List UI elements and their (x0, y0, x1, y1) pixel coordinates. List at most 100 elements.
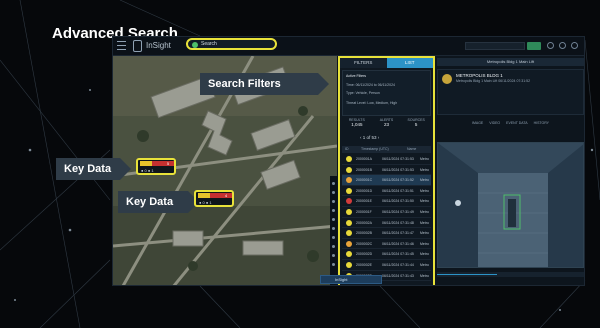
user-icon[interactable] (571, 42, 578, 49)
go-button[interactable] (527, 42, 541, 50)
status-dot-icon (346, 230, 352, 237)
result-stats: RESULTS 1,045 ALERTS 23 SOURCES 5 (342, 118, 431, 132)
detail-header: Metropolis Bldg 1 Main Lift (437, 58, 584, 66)
row-name: Metro (420, 220, 429, 225)
table-row[interactable]: 2000001C 06/11/2024 07:31:52 Metro (342, 175, 431, 186)
menu-icon[interactable] (117, 41, 126, 51)
detail-card: METROPOLIS BLDG 1 Metropolis Bldg 1 Main… (437, 69, 584, 115)
status-dot-icon (346, 187, 352, 194)
search-results-panel: FILTERS LIST Active Filters Time: 06/11/… (338, 56, 435, 285)
row-timestamp: 06/11/2024 07:31:48 (382, 220, 414, 225)
tag-cell: 5 (162, 161, 174, 166)
row-id: 2000002E (356, 262, 372, 267)
tab-image[interactable]: IMAGE (472, 119, 483, 127)
col-name[interactable]: Name (404, 146, 416, 153)
row-name: Metro (420, 262, 429, 267)
tag-cell (210, 193, 220, 198)
app-window: InSight Search FILTERS LIST Active Filte… (112, 36, 585, 286)
active-filters[interactable]: Active Filters Time: 06/11/2024 to 06/11… (342, 70, 431, 116)
results-table-header: ID Timestamp (UTC) Name (342, 146, 431, 153)
row-name: Metro (420, 157, 429, 161)
pagination[interactable]: ‹ 1 of 53 › (360, 135, 379, 140)
key-data-callout: Key Data (56, 158, 131, 180)
location-field[interactable] (465, 42, 525, 50)
taskbar-item[interactable]: InSight (320, 275, 382, 284)
camera-feed[interactable] (437, 142, 584, 268)
key-data-tag[interactable]: 5 ● 0 ● 1 (136, 158, 176, 175)
table-row[interactable]: 2000001B 06/11/2024 07:31:53 Metro (342, 165, 431, 176)
row-timestamp: 06/11/2024 07:31:52 (382, 178, 414, 183)
tab-history[interactable]: HISTORY (534, 119, 549, 127)
row-timestamp: 06/11/2024 07:31:45 (382, 252, 414, 257)
tab-video[interactable]: VIDEO (489, 119, 500, 127)
filter-line: Type: Vehicle, Person (346, 91, 380, 95)
status-dot-icon (346, 156, 352, 162)
row-id: 2000001C (356, 178, 373, 183)
detail-panel: Metropolis Bldg 1 Main Lift METROPOLIS B… (435, 56, 584, 285)
row-timestamp: 06/11/2024 07:31:47 (382, 231, 414, 236)
table-row[interactable]: 2000002A 06/11/2024 07:31:48 Metro (342, 218, 431, 229)
search-box[interactable] (186, 38, 277, 50)
tag-counts: ● 0 ● 1 (141, 168, 154, 173)
row-timestamp: 06/11/2024 07:31:49 (382, 209, 414, 214)
table-row[interactable]: 2000001A 06/11/2024 07:31:53 Metro (342, 154, 431, 165)
video-scrubber[interactable] (437, 272, 584, 277)
tag-counts: ● 0 ● 1 (199, 200, 212, 205)
search-icon (192, 42, 198, 48)
table-row[interactable]: 2000002E 06/11/2024 07:31:44 Metro (342, 260, 431, 271)
key-data-tag[interactable]: 4 ● 0 ● 1 (194, 190, 234, 207)
detail-tabs: IMAGE VIDEO EVENT DATA HISTORY (437, 119, 584, 127)
row-name: Metro (420, 231, 429, 236)
status-dot-icon (346, 251, 352, 258)
row-name: Metro (420, 178, 429, 183)
row-timestamp: 06/11/2024 07:31:44 (382, 262, 414, 267)
col-timestamp[interactable]: Timestamp (UTC) (358, 146, 404, 153)
help-icon[interactable] (547, 42, 554, 49)
row-id: 2000001B (356, 167, 372, 172)
table-row[interactable]: 2000002B 06/11/2024 07:31:47 Metro (342, 228, 431, 239)
top-bar: InSight (113, 37, 584, 56)
tag-cell (140, 161, 152, 166)
row-id: 2000001E (356, 199, 372, 204)
status-dot-icon (346, 219, 352, 226)
brand-name: InSight (146, 41, 171, 50)
row-id: 2000002A (356, 220, 372, 225)
col-id[interactable]: ID (342, 146, 358, 153)
tab-filters[interactable]: FILTERS (340, 58, 387, 68)
table-row[interactable]: 2000002C 06/11/2024 07:31:46 Metro (342, 239, 431, 250)
row-id: 2000001D (356, 188, 373, 193)
row-id: 2000002B (356, 231, 372, 236)
row-timestamp: 06/11/2024 07:31:50 (382, 199, 414, 204)
table-row[interactable]: 2000001F 06/11/2024 07:31:49 Metro (342, 207, 431, 218)
key-data-callout: Key Data (118, 191, 199, 213)
page-indicator: 1 of 53 (362, 135, 377, 140)
status-dot-icon (346, 240, 352, 247)
tag-cell (152, 161, 162, 166)
settings-icon[interactable] (559, 42, 566, 49)
tab-event-data[interactable]: EVENT DATA (506, 119, 527, 127)
table-row[interactable]: 2000002D 06/11/2024 07:31:45 Metro (342, 249, 431, 260)
table-row[interactable]: 2000001D 06/11/2024 07:31:51 Metro (342, 186, 431, 197)
status-dot-icon (346, 166, 352, 173)
map-toolbar[interactable] (330, 176, 337, 285)
detail-subtitle: Metropolis Bldg 1 Main Lift 06/11/2024 0… (456, 79, 531, 83)
row-id: 2000002C (356, 241, 373, 246)
stat-alerts: ALERTS 23 (379, 118, 394, 127)
row-timestamp: 06/11/2024 07:31:46 (382, 241, 414, 246)
row-name: Metro (420, 209, 429, 214)
row-name: Metro (420, 199, 429, 204)
detail-name: METROPOLIS BLDG 1 (456, 73, 503, 78)
filter-line: Threat Level: Low, Medium, High (346, 101, 398, 105)
row-id: 2000001F (356, 209, 372, 214)
table-row[interactable]: 2000001E 06/11/2024 07:31:50 Metro (342, 196, 431, 207)
filter-line: Time: 06/11/2024 to 06/11/2024 (346, 83, 395, 87)
stat-sources: SOURCES 5 (407, 118, 425, 127)
search-input[interactable] (201, 40, 275, 48)
tab-list[interactable]: LIST (386, 58, 433, 68)
status-dot-icon (346, 177, 352, 184)
results-list: 2000001A 06/11/2024 07:31:53 Metro 2000001B… (342, 154, 431, 282)
camera-image (438, 143, 583, 267)
row-name: Metro (420, 241, 429, 246)
tag-cell (198, 193, 210, 198)
row-id: 2000002D (356, 252, 373, 257)
